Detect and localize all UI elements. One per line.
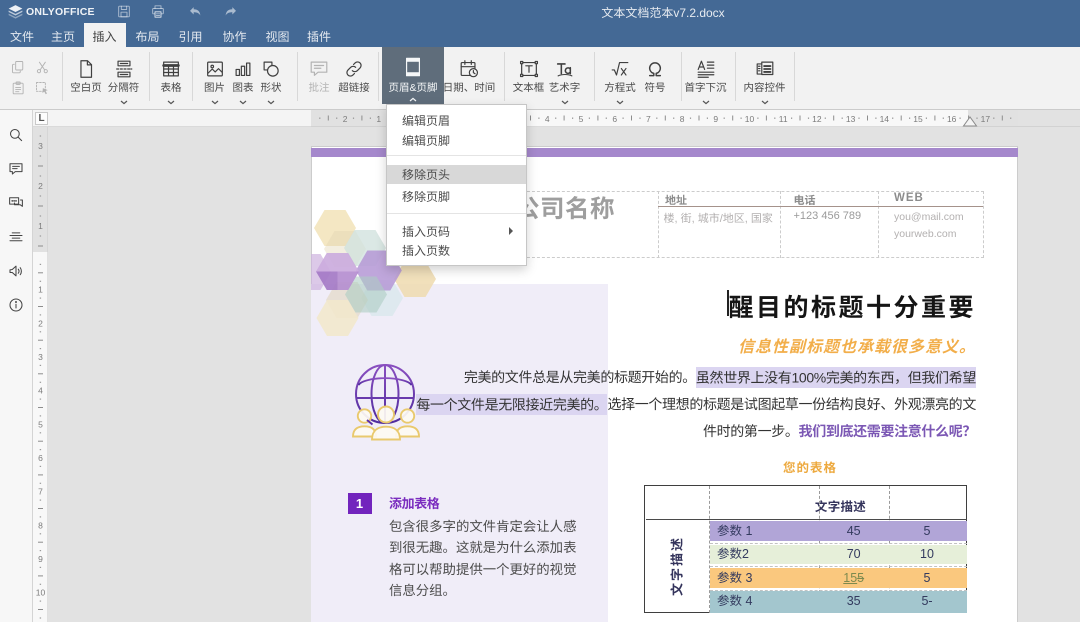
svg-text:8: 8 xyxy=(680,114,685,124)
svg-text:1: 1 xyxy=(38,285,43,295)
svg-text:3: 3 xyxy=(38,141,43,151)
svg-text:2: 2 xyxy=(38,181,43,191)
svg-text:6: 6 xyxy=(612,114,617,124)
svg-text:1: 1 xyxy=(376,114,381,124)
svg-text:16: 16 xyxy=(947,114,957,124)
svg-text:9: 9 xyxy=(38,554,43,564)
svg-text:4: 4 xyxy=(38,386,43,396)
svg-text:3: 3 xyxy=(38,352,43,362)
svg-text:10: 10 xyxy=(745,114,755,124)
svg-text:2: 2 xyxy=(343,114,348,124)
svg-text:6: 6 xyxy=(38,453,43,463)
svg-text:10: 10 xyxy=(36,588,46,598)
svg-text:7: 7 xyxy=(38,487,43,497)
svg-text:17: 17 xyxy=(981,114,991,124)
svg-text:11: 11 xyxy=(779,114,788,124)
svg-text:1: 1 xyxy=(38,221,43,231)
svg-text:4: 4 xyxy=(545,114,550,124)
svg-text:5: 5 xyxy=(38,419,43,429)
svg-text:7: 7 xyxy=(646,114,651,124)
svg-text:5: 5 xyxy=(579,114,584,124)
svg-text:15: 15 xyxy=(913,114,923,124)
svg-text:2: 2 xyxy=(38,318,43,328)
svg-text:9: 9 xyxy=(713,114,718,124)
svg-text:13: 13 xyxy=(846,114,856,124)
svg-text:8: 8 xyxy=(38,520,43,530)
svg-text:14: 14 xyxy=(880,114,890,124)
svg-text:12: 12 xyxy=(812,114,822,124)
